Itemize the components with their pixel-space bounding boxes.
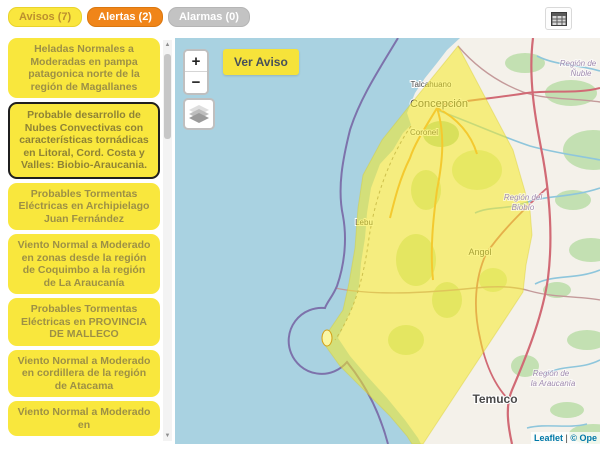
sidebar-scrollbar[interactable]: ▲ ▼ [163, 40, 172, 441]
zoom-in-button[interactable]: + [185, 51, 207, 72]
alert-card-tormentas-malleco[interactable]: Probables Tormentas Eléctricas en PROVIN… [8, 298, 160, 346]
map-attribution: Leaflet | © Ope [531, 432, 600, 444]
alert-card-heladas-magallanes[interactable]: Heladas Normales a Moderadas en pampa pa… [8, 38, 160, 98]
tab-alarmas[interactable]: Alarmas (0) [168, 7, 250, 27]
isla-mocha [322, 330, 332, 346]
alert-card-viento-atacama[interactable]: Viento Normal a Moderado en cordillera d… [8, 350, 160, 398]
label-region-araucania-line1: Región de [533, 369, 570, 378]
alert-card-nubes-convectivas-selected[interactable]: Probable desarrollo de Nubes Convectivas… [8, 102, 160, 179]
tab-alertas[interactable]: Alertas (2) [87, 7, 163, 27]
zoom-control: + − [183, 49, 209, 95]
scroll-down-icon[interactable]: ▼ [163, 431, 172, 441]
leaflet-link[interactable]: Leaflet [534, 433, 563, 443]
label-region-biobio-line2: Biobío [512, 203, 535, 212]
leaflet-map[interactable]: Talcahuano Concepción Coronel Lebu Angol… [175, 38, 600, 444]
zoom-out-button[interactable]: − [185, 72, 207, 93]
app-window: Avisos (7) Alertas (2) Alarmas (0) Helad… [0, 0, 600, 450]
layers-control[interactable] [183, 98, 215, 130]
label-region-araucania-line2: la Araucanía [531, 379, 576, 388]
layers-icon [188, 104, 210, 124]
alert-card-viento-coquimbo-araucania[interactable]: Viento Normal a Moderado en zonas desde … [8, 234, 160, 294]
alert-card-viento-cutoff[interactable]: Viento Normal a Moderado en [8, 401, 160, 436]
map-canvas: Talcahuano Concepción Coronel Lebu Angol… [175, 38, 600, 444]
table-icon [551, 12, 567, 26]
tab-avisos[interactable]: Avisos (7) [8, 7, 82, 27]
alert-list: Heladas Normales a Moderadas en pampa pa… [0, 38, 174, 445]
alert-card-tormentas-juan-fernandez[interactable]: Probables Tormentas Eléctricas en Archip… [8, 183, 160, 231]
scrollbar-thumb[interactable] [164, 54, 171, 139]
label-temuco: Temuco [472, 392, 517, 406]
osm-link[interactable]: © Ope [570, 433, 597, 443]
table-view-button[interactable] [545, 7, 572, 30]
label-region-biobio-line1: Región del [504, 193, 542, 202]
label-region-nuble-line1: Región de [560, 59, 597, 68]
alert-type-tabs: Avisos (7) Alertas (2) Alarmas (0) [8, 7, 250, 27]
ver-aviso-button[interactable]: Ver Aviso [223, 49, 299, 75]
label-region-nuble-line2: Ñuble [571, 69, 592, 78]
scroll-up-icon[interactable]: ▲ [163, 40, 172, 50]
